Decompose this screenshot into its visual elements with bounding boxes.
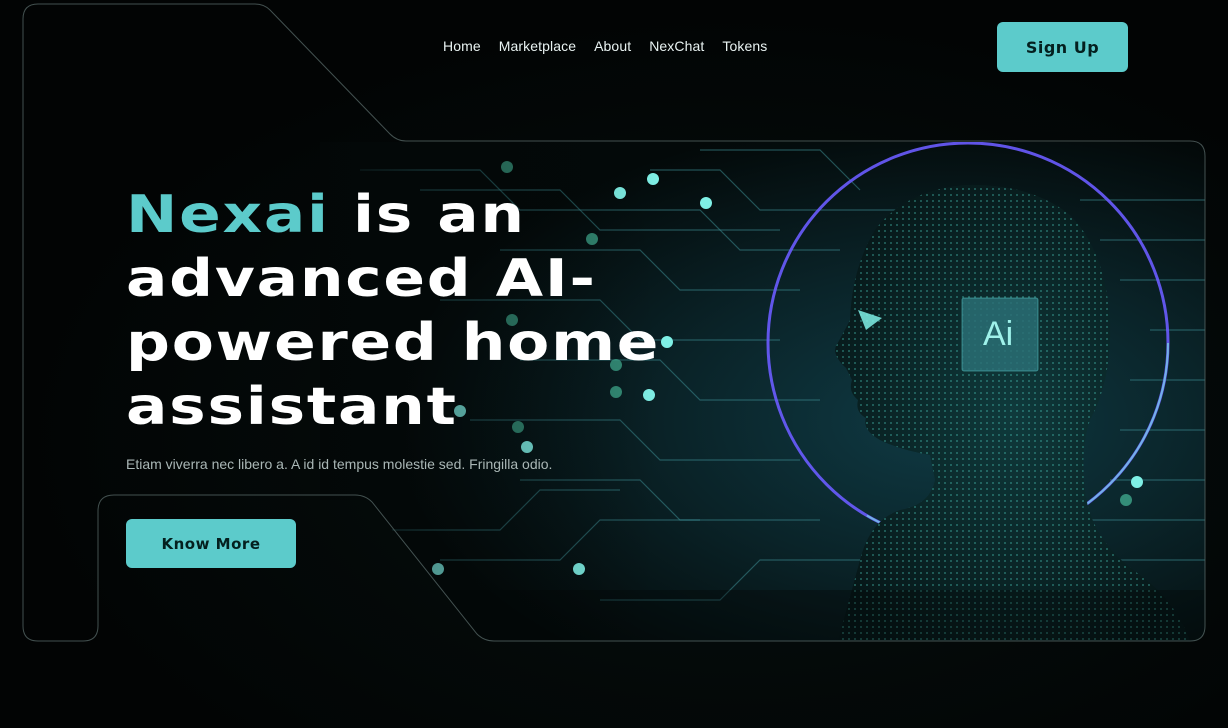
nav-marketplace[interactable]: Marketplace	[499, 38, 576, 54]
sign-up-button[interactable]: Sign Up	[997, 22, 1128, 72]
hero-subtitle: Etiam viverra nec libero a. A id id temp…	[126, 456, 553, 472]
main-nav: Home Marketplace About NexChat Tokens	[443, 38, 767, 54]
nav-nexchat[interactable]: NexChat	[649, 38, 704, 54]
headline-accent: Nexai	[126, 185, 330, 245]
nav-home[interactable]: Home	[443, 38, 481, 54]
landing-page: Ai Home Marketplace About NexChat Tokens…	[0, 0, 1228, 728]
nav-tokens[interactable]: Tokens	[722, 38, 767, 54]
know-more-button[interactable]: Know More	[126, 519, 296, 568]
hero-headline: Nexai is an advanced AI-powered home ass…	[126, 183, 740, 439]
nav-about[interactable]: About	[594, 38, 631, 54]
